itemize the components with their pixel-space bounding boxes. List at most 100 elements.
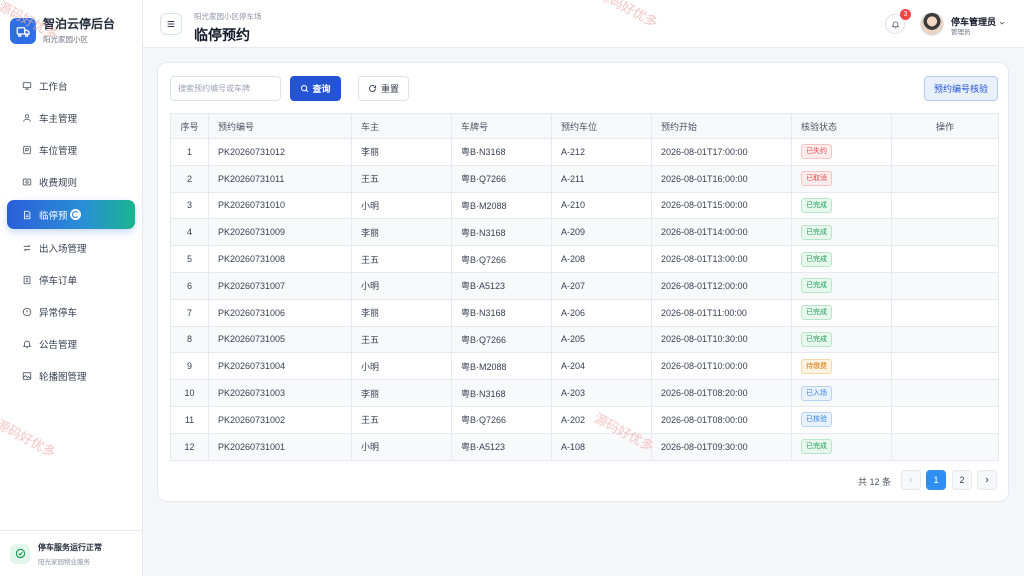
status-cell: 已完成 [791,432,892,461]
table-cell: 王五 [351,164,452,193]
verify-code-button[interactable]: 预约编号核验 [924,76,998,101]
status-badge: 已完成 [801,331,832,347]
sidebar-item-abnormal[interactable]: 异常停车 [7,298,135,325]
reset-button[interactable]: 重置 [358,76,409,101]
sidebar-item-orders[interactable]: 停车订单 [7,266,135,293]
table-cell: 粤B·Q7266 [451,325,552,354]
status-cell: 已入场 [791,379,892,407]
actions-cell[interactable] [891,191,999,220]
refresh-icon [369,85,376,92]
reservation-card: 查询 重置 预约编号核验 序号 预约编号 车主 车牌号 预约车位 预约开始 核验… [157,62,1009,502]
table-cell: 2026-08-01T10:00:00 [651,352,792,381]
status-cell: 已核验 [791,405,892,434]
loading-icon [69,209,81,220]
list-icon [22,275,32,285]
table-cell: A-204 [551,352,652,381]
next-page-button[interactable] [977,470,997,490]
table-row: 7 PK20260731006 李丽 粤B·N3168 A-206 2026-08-01T… [170,298,999,327]
notification-badge: 3 [900,9,911,20]
sidebar-item-dashboard[interactable]: 工作台 [7,72,135,99]
document-icon [22,210,32,220]
column-header: 预约开始 [651,113,792,139]
prev-page-button[interactable] [901,470,921,490]
status-badge: 已完成 [801,197,832,213]
status-badge: 已完成 [801,305,832,321]
table-cell: 粤B·N3168 [451,218,552,247]
table-row: 12 PK20260731001 小明 粤B·A5123 A-108 2026-08-01… [170,432,999,461]
table-cell: 粤B·Q7266 [451,405,552,434]
actions-cell[interactable] [891,352,999,381]
chevron-down-icon[interactable] [998,19,1006,27]
table-cell: 粤B·A5123 [451,432,552,461]
notification-button[interactable]: 3 [885,9,911,34]
table-row: 11 PK20260731002 王五 粤B·Q7266 A-202 2026-08-01… [170,405,999,434]
sidebar-item-spaces[interactable]: 车位管理 [7,136,135,163]
table-cell: A-209 [551,218,652,247]
actions-cell[interactable] [891,325,999,354]
sidebar-item-owners[interactable]: 车主管理 [7,104,135,131]
table-cell: PK20260731004 [208,352,352,381]
search-input[interactable] [170,76,281,101]
image-icon [22,371,32,381]
status-badge: 已失约 [801,144,832,160]
table-body: 1 PK20260731012 李丽 粤B·N3168 A-212 2026-08-01T… [170,138,999,461]
table-row: 9 PK20260731004 小明 粤B·M2088 A-204 2026-08-01T… [170,352,999,381]
status-cell: 已失约 [791,138,892,166]
table-cell: A-212 [551,138,652,166]
avatar[interactable] [920,12,944,36]
table-cell: 2026-08-01T10:30:00 [651,325,792,354]
actions-cell[interactable] [891,164,999,193]
table-cell: 王五 [351,245,452,273]
sidebar-item-label: 车主管理 [39,113,78,125]
bell-icon [891,21,899,28]
system-status: 停车服务运行正常 阳光家园物业服务 [0,530,143,576]
reset-button-label: 重置 [380,84,399,94]
actions-cell[interactable] [891,138,999,166]
actions-cell[interactable] [891,271,999,300]
swap-icon [22,243,32,253]
actions-cell[interactable] [891,298,999,327]
table-cell: PK20260731011 [208,164,352,193]
actions-cell[interactable] [891,245,999,273]
table-cell: PK20260731005 [208,325,352,354]
column-header: 车主 [351,113,452,139]
actions-cell[interactable] [891,218,999,247]
check-shield-icon [10,543,30,564]
actions-cell[interactable] [891,379,999,407]
column-header: 序号 [170,113,209,139]
table-cell: A-210 [551,191,652,220]
actions-cell[interactable] [891,405,999,434]
pagination: 共 12 条 1 2 [158,470,1010,492]
sidebar-item-temp-reservation[interactable]: 临停预 [7,200,135,229]
breadcrumb[interactable]: 阳光家园小区停车场 [194,11,262,22]
sidebar-item-entry-exit[interactable]: 出入场管理 [7,234,135,261]
table-cell: 2026-08-01T11:00:00 [651,298,792,327]
table-cell: 王五 [351,325,452,354]
menu-toggle-button[interactable] [160,13,182,35]
column-header: 核验状态 [791,113,892,139]
table-cell: 李丽 [351,218,452,247]
table-cell: PK20260731007 [208,271,352,300]
query-button-label: 查询 [312,84,331,94]
table-row: 5 PK20260731008 王五 粤B·Q7266 A-208 2026-08-01T… [170,245,999,273]
page-button-2[interactable]: 2 [952,470,972,490]
alert-icon [22,307,32,317]
sidebar-item-notices[interactable]: 公告管理 [7,330,135,357]
page-button-1[interactable]: 1 [926,470,946,490]
sidebar-item-fees[interactable]: 收费规则 [7,168,135,195]
table-row: 8 PK20260731005 王五 粤B·Q7266 A-205 2026-08-01T… [170,325,999,354]
table-cell: 小明 [351,271,452,300]
actions-cell[interactable] [891,432,999,461]
query-button[interactable]: 查询 [290,76,341,101]
sidebar-item-label: 异常停车 [39,307,78,319]
table-cell: 李丽 [351,298,452,327]
money-icon [22,177,32,187]
table-cell: 4 [170,218,209,247]
table-cell: PK20260731003 [208,379,352,407]
table-cell: 5 [170,245,209,273]
status-cell: 已完成 [791,245,892,273]
table-cell: 李丽 [351,138,452,166]
sidebar-item-banners[interactable]: 轮播图管理 [7,362,135,389]
status-badge: 已完成 [801,439,832,455]
table-cell: 11 [170,405,209,434]
